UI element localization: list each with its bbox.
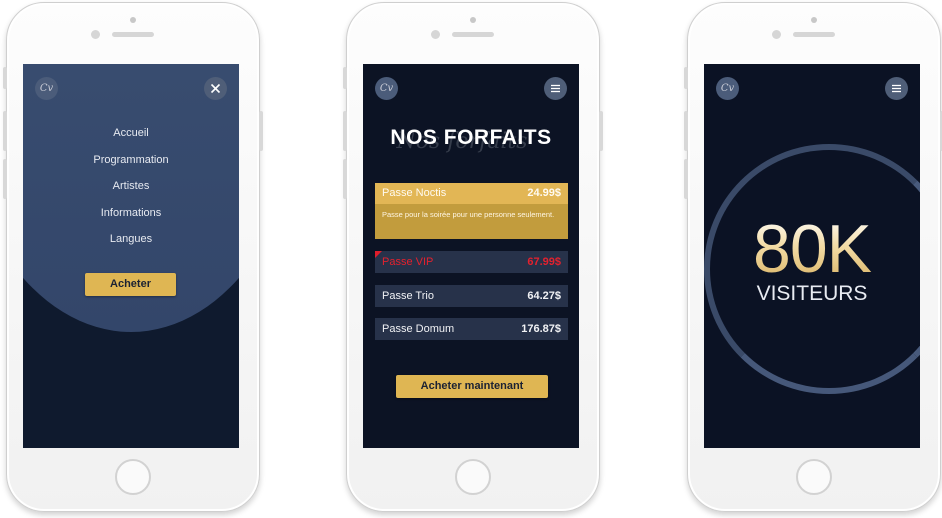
- plan-vip[interactable]: Passe VIP 67.99$: [375, 251, 568, 273]
- phone-visitors: Cv 80K VISITEURS: [684, 2, 942, 512]
- plan-price: 24.99$: [527, 187, 561, 199]
- plan-description: Passe pour la soirée pour une personne s…: [375, 204, 568, 239]
- volume-down-button: [343, 159, 347, 199]
- mute-switch: [3, 67, 7, 89]
- volume-down-button: [684, 159, 688, 199]
- plan-domum[interactable]: Passe Domum 176.87$: [375, 318, 568, 340]
- plan-price: 64.27$: [527, 290, 561, 302]
- menu-item-langues[interactable]: Langues: [23, 226, 239, 253]
- buy-button[interactable]: Acheter: [85, 273, 176, 296]
- camera-dot: [811, 17, 817, 23]
- speaker: [793, 32, 835, 37]
- hamburger-menu-icon: [551, 84, 560, 93]
- speaker: [112, 32, 154, 37]
- plans-screen: Cv Nos forfaits NOS FORFAITS Passe Nocti…: [363, 64, 579, 448]
- buy-now-button[interactable]: Acheter maintenant: [396, 375, 548, 398]
- volume-up-button: [3, 111, 7, 151]
- close-button[interactable]: [204, 77, 227, 100]
- volume-up-button: [343, 111, 347, 151]
- front-camera: [431, 30, 440, 39]
- menu-button[interactable]: [544, 77, 567, 100]
- mute-switch: [684, 67, 688, 89]
- home-button[interactable]: [455, 459, 491, 495]
- plan-trio[interactable]: Passe Trio 64.27$: [375, 285, 568, 307]
- vip-flag-icon: [375, 251, 382, 258]
- page-title: NOS FORFAITS: [390, 126, 552, 149]
- logo[interactable]: Cv: [35, 77, 58, 100]
- hamburger-menu-icon: [892, 84, 901, 93]
- plan-name: Passe Trio: [382, 290, 434, 302]
- front-camera: [91, 30, 100, 39]
- menu-button[interactable]: [885, 77, 908, 100]
- camera-dot: [470, 17, 476, 23]
- front-camera: [772, 30, 781, 39]
- menu-screen: Cv Accueil Programmation Artistes Inform…: [23, 64, 239, 448]
- speaker: [452, 32, 494, 37]
- logo[interactable]: Cv: [375, 77, 398, 100]
- visitor-label: VISITEURS: [756, 282, 868, 305]
- menu-item-accueil[interactable]: Accueil: [23, 120, 239, 147]
- power-button: [259, 111, 263, 151]
- menu-item-artistes[interactable]: Artistes: [23, 173, 239, 200]
- plan-price: 67.99$: [527, 256, 561, 268]
- menu-item-informations[interactable]: Informations: [23, 200, 239, 227]
- visitor-count: 80K: [704, 214, 920, 284]
- plan-name: Passe VIP: [382, 256, 434, 268]
- plan-noctis[interactable]: Passe Noctis 24.99$: [375, 183, 568, 204]
- plan-name: Passe Domum: [382, 323, 455, 335]
- logo[interactable]: Cv: [716, 77, 739, 100]
- camera-dot: [130, 17, 136, 23]
- home-button[interactable]: [115, 459, 151, 495]
- visitors-screen: Cv 80K VISITEURS: [704, 64, 920, 448]
- close-icon: [210, 83, 221, 94]
- phone-menu: Cv Accueil Programmation Artistes Inform…: [3, 2, 263, 512]
- phone-plans: Cv Nos forfaits NOS FORFAITS Passe Nocti…: [343, 2, 603, 512]
- plan-price: 176.87$: [521, 323, 561, 335]
- volume-up-button: [684, 111, 688, 151]
- menu-item-programmation[interactable]: Programmation: [23, 147, 239, 174]
- plan-name: Passe Noctis: [382, 187, 447, 199]
- power-button: [599, 111, 603, 151]
- home-button[interactable]: [796, 459, 832, 495]
- volume-down-button: [3, 159, 7, 199]
- mute-switch: [343, 67, 347, 89]
- main-menu: Accueil Programmation Artistes Informati…: [23, 120, 239, 253]
